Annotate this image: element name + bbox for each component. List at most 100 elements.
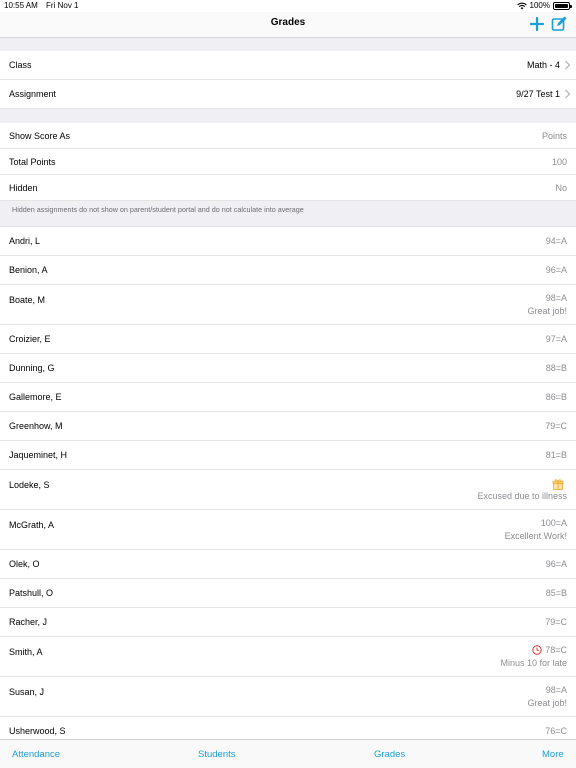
student-score: 96=A bbox=[546, 265, 567, 275]
student-score: 79=C bbox=[545, 617, 567, 627]
navigation-bar: Grades bbox=[0, 12, 576, 38]
student-name: Greenhow, M bbox=[9, 421, 63, 431]
score-text: 76=C bbox=[545, 726, 567, 736]
score-text: 79=C bbox=[545, 421, 567, 431]
student-score: 94=A bbox=[546, 236, 567, 246]
student-name: McGrath, A bbox=[9, 520, 55, 530]
student-name: Racher, J bbox=[9, 617, 48, 627]
assignment-row[interactable]: Assignment 9/27 Test 1 bbox=[0, 80, 576, 109]
student-score: 86=B bbox=[546, 392, 567, 402]
score-text: 94=A bbox=[545, 236, 567, 246]
tab-bar: Attendance Students Grades More bbox=[0, 739, 576, 768]
battery-level bbox=[555, 3, 568, 8]
student-name: Lodeke, S bbox=[9, 480, 50, 490]
student-row[interactable]: Greenhow, M 79=C bbox=[0, 412, 576, 441]
tab-grades[interactable]: Grades bbox=[374, 749, 405, 760]
student-comment: Excellent Work! bbox=[504, 531, 567, 541]
student-name: Susan, J bbox=[9, 687, 45, 697]
student-row[interactable]: Patshull, O 85=B bbox=[0, 579, 576, 608]
score-text: 98=A bbox=[545, 685, 567, 695]
hidden-note: Hidden assignments do not show on parent… bbox=[0, 201, 576, 227]
score-text: 96=A bbox=[545, 265, 567, 275]
student-score: 98=A bbox=[546, 293, 567, 303]
tab-attendance[interactable]: Attendance bbox=[12, 749, 60, 760]
student-row[interactable]: Andri, L 94=A bbox=[0, 227, 576, 256]
student-row[interactable]: Susan, J 98=A Great job! bbox=[0, 677, 576, 717]
student-score: 96=A bbox=[546, 559, 567, 569]
student-row[interactable]: Boate, M 98=A Great job! bbox=[0, 285, 576, 325]
student-row[interactable]: McGrath, A 100=A Excellent Work! bbox=[0, 510, 576, 550]
student-row[interactable]: Croizier, E 97=A bbox=[0, 325, 576, 354]
student-comment: Great job! bbox=[527, 698, 567, 708]
hidden-row[interactable]: Hidden No bbox=[0, 175, 576, 201]
page-title: Grades bbox=[270, 17, 306, 28]
student-score: 88=B bbox=[546, 363, 567, 373]
section-spacer bbox=[0, 109, 576, 123]
score-text: 85=B bbox=[545, 588, 567, 598]
student-name: Dunning, G bbox=[9, 363, 55, 373]
excused-icon bbox=[552, 478, 564, 490]
score-text: 97=A bbox=[545, 334, 567, 344]
student-row[interactable]: Jaqueminet, H 81=B bbox=[0, 441, 576, 470]
student-name: Jaqueminet, H bbox=[9, 450, 68, 460]
class-row[interactable]: Class Math - 4 bbox=[0, 51, 576, 80]
student-score: 98=A bbox=[546, 685, 567, 695]
student-score: 85=B bbox=[546, 588, 567, 598]
wifi-icon bbox=[516, 2, 527, 9]
late-clock-icon bbox=[532, 645, 542, 655]
total-points-label: Total Points bbox=[9, 157, 56, 167]
show-score-value: Points bbox=[541, 131, 567, 141]
hidden-label: Hidden bbox=[9, 183, 38, 193]
hidden-value: No bbox=[555, 183, 567, 193]
student-name: Gallemore, E bbox=[9, 392, 62, 402]
assignment-label: Assignment bbox=[9, 89, 57, 99]
student-comment: Great job! bbox=[527, 306, 567, 316]
student-name: Benion, A bbox=[9, 265, 48, 275]
grades-content: Class Math - 4 Assignment 9/27 Test 1 Sh… bbox=[0, 38, 576, 739]
show-score-label: Show Score As bbox=[9, 131, 71, 141]
student-comment: Minus 10 for late bbox=[500, 658, 567, 668]
section-spacer bbox=[0, 38, 576, 51]
student-name: Usherwood, S bbox=[9, 726, 66, 736]
student-comment: Excused due to illness bbox=[477, 491, 567, 501]
score-text: 88=B bbox=[545, 363, 567, 373]
tab-more[interactable]: More bbox=[542, 749, 564, 760]
student-row[interactable]: Gallemore, E 86=B bbox=[0, 383, 576, 412]
score-text: 81=B bbox=[545, 450, 567, 460]
student-score bbox=[552, 478, 567, 490]
status-bar: 10:55 AM Fri Nov 1 100% bbox=[0, 0, 576, 12]
student-score: 78=C bbox=[532, 645, 567, 655]
status-date: Fri Nov 1 bbox=[46, 1, 79, 10]
show-score-as-row[interactable]: Show Score As Points bbox=[0, 123, 576, 149]
score-text: 100=A bbox=[540, 518, 567, 528]
class-label: Class bbox=[9, 60, 32, 70]
student-name: Patshull, O bbox=[9, 588, 54, 598]
assignment-value: 9/27 Test 1 bbox=[516, 89, 560, 99]
student-row[interactable]: Benion, A 96=A bbox=[0, 256, 576, 285]
status-time: 10:55 AM bbox=[4, 1, 38, 10]
student-row[interactable]: Usherwood, S 76=C bbox=[0, 717, 576, 739]
class-value: Math - 4 bbox=[526, 60, 560, 70]
score-text: 78=C bbox=[545, 645, 567, 655]
total-points-row[interactable]: Total Points 100 bbox=[0, 149, 576, 175]
student-row[interactable]: Smith, A 78=C Minus 10 for late bbox=[0, 637, 576, 677]
student-score: 97=A bbox=[546, 334, 567, 344]
total-points-value: 100 bbox=[551, 157, 567, 167]
student-row[interactable]: Olek, O 96=A bbox=[0, 550, 576, 579]
edit-icon[interactable] bbox=[550, 15, 568, 33]
student-name: Croizier, E bbox=[9, 334, 51, 344]
battery-percent: 100% bbox=[529, 1, 550, 10]
plus-icon[interactable] bbox=[528, 15, 546, 33]
student-row[interactable]: Dunning, G 88=B bbox=[0, 354, 576, 383]
student-score: 76=C bbox=[545, 726, 567, 736]
tab-students[interactable]: Students bbox=[198, 749, 236, 760]
score-text: 86=B bbox=[545, 392, 567, 402]
student-row[interactable]: Racher, J 79=C bbox=[0, 608, 576, 637]
student-name: Olek, O bbox=[9, 559, 40, 569]
student-list: Andri, L 94=A Benion, A 96=A Boate, M 98=A Gre… bbox=[0, 227, 576, 739]
student-name: Boate, M bbox=[9, 295, 46, 305]
score-text: 79=C bbox=[545, 617, 567, 627]
student-row[interactable]: Lodeke, S Excused due to illness bbox=[0, 470, 576, 510]
score-text: 96=A bbox=[545, 559, 567, 569]
battery-icon bbox=[553, 1, 572, 10]
